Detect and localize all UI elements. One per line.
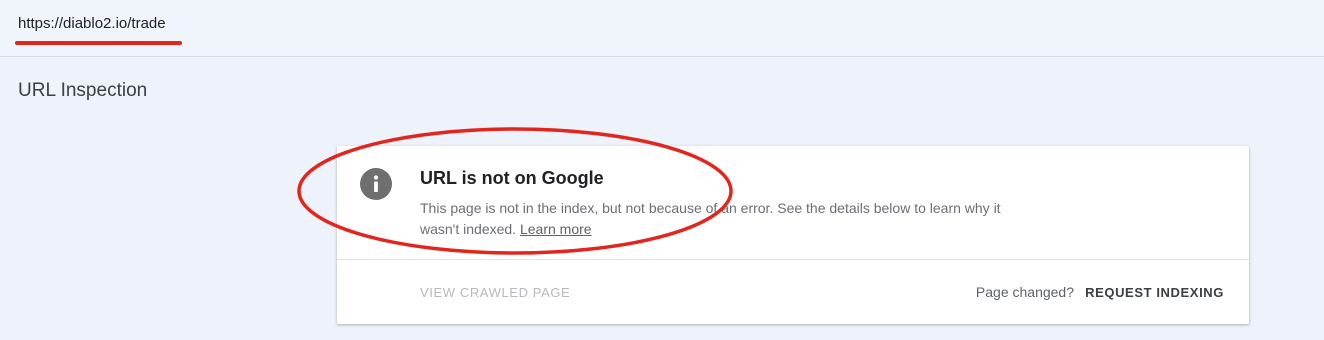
- status-description-text: This page is not in the index, but not b…: [420, 200, 1001, 237]
- request-indexing-button[interactable]: REQUEST INDEXING: [1085, 285, 1224, 300]
- url-status-card: URL is not on Google This page is not in…: [337, 146, 1249, 324]
- info-icon: [360, 168, 392, 200]
- page-changed-label: Page changed?: [975, 284, 1074, 300]
- card-divider: [337, 259, 1249, 260]
- inspected-url[interactable]: https://diablo2.io/trade: [18, 15, 166, 32]
- view-crawled-page-button[interactable]: VIEW CRAWLED PAGE: [420, 285, 570, 300]
- status-description: This page is not in the index, but not b…: [420, 198, 1010, 240]
- status-title: URL is not on Google: [420, 168, 604, 188]
- top-bar: https://diablo2.io/trade: [0, 0, 1324, 57]
- page-title: URL Inspection: [18, 80, 148, 101]
- url-underline-annotation: [15, 41, 182, 45]
- learn-more-link[interactable]: Learn more: [520, 221, 592, 237]
